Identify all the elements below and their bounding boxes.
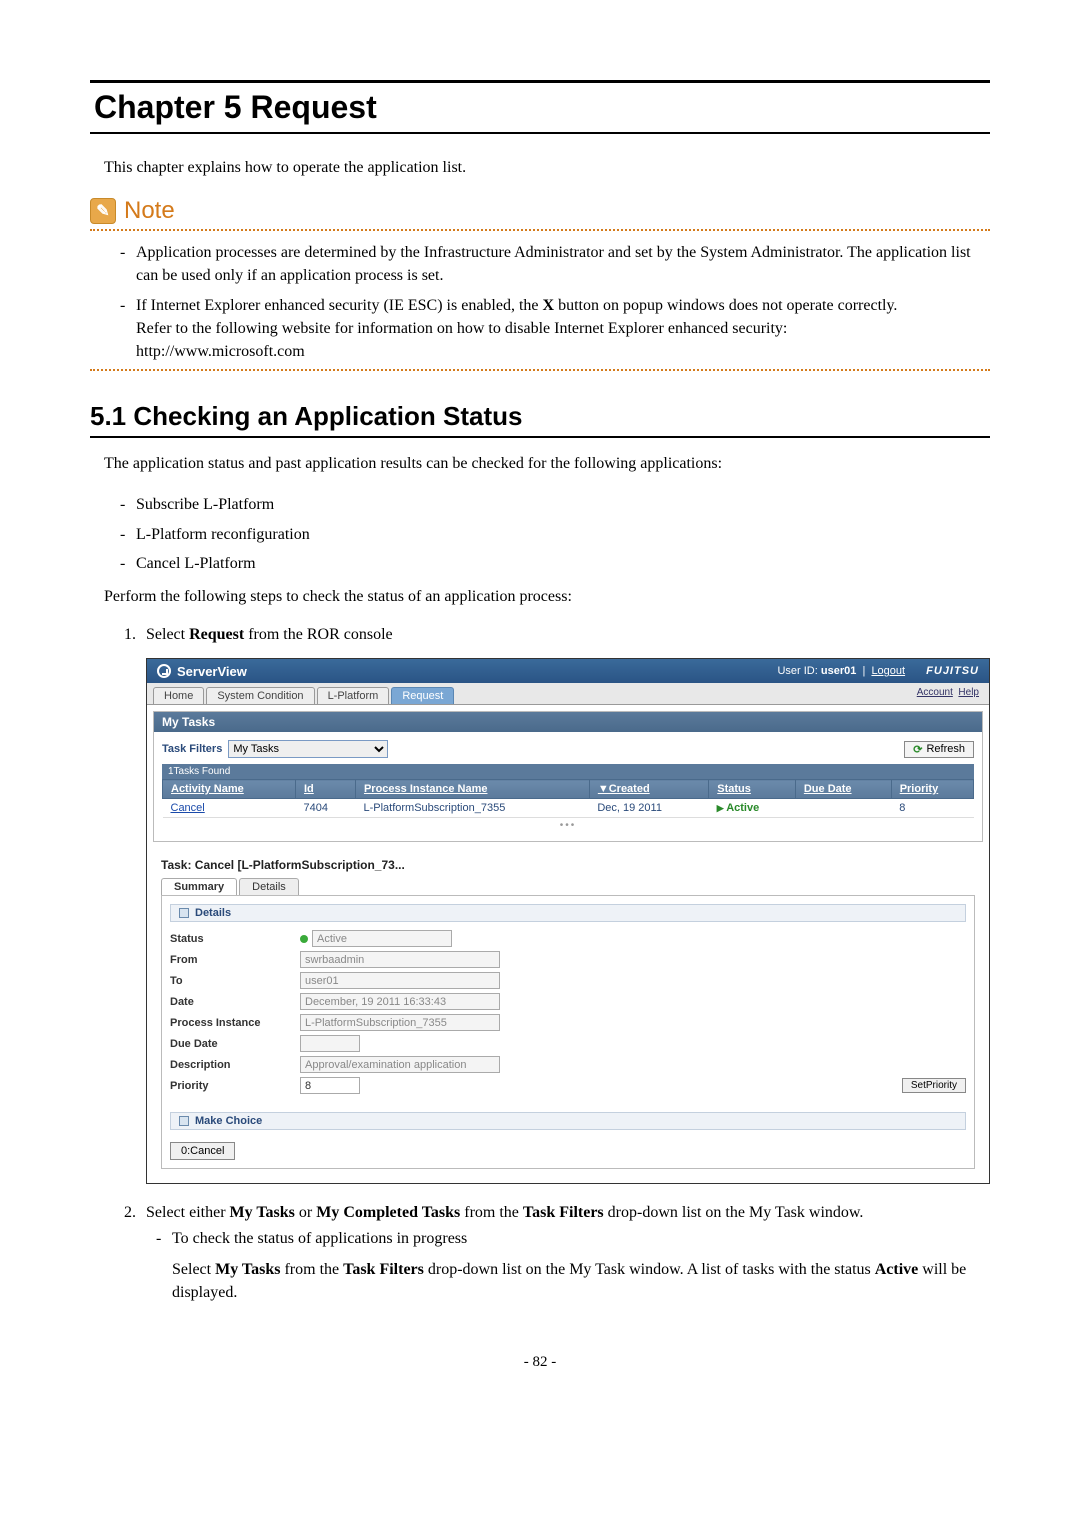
account-link[interactable]: Account — [917, 687, 953, 698]
product-name: ServerView — [177, 664, 247, 679]
collapse-icon — [179, 1116, 189, 1126]
process-instance-field — [300, 1014, 500, 1031]
page-number: - 82 - — [90, 1354, 990, 1371]
task-detail-title: Task: Cancel [L-PlatformSubscription_73.… — [153, 848, 983, 878]
brand-logo: FUJITSU — [926, 665, 979, 677]
app-header: ServerView User ID: user01 | Logout FUJI… — [147, 659, 989, 683]
my-tasks-title: My Tasks — [154, 712, 982, 732]
refresh-icon: ⟳ — [913, 743, 922, 756]
section-intro: The application status and past applicat… — [104, 452, 990, 475]
due-date-field — [300, 1035, 360, 1052]
status-field — [312, 930, 452, 947]
cell-process: L-PlatformSubscription_7355 — [355, 799, 589, 818]
set-priority-button[interactable]: SetPriority — [902, 1078, 966, 1093]
table-row[interactable]: Cancel 7404 L-PlatformSubscription_7355 … — [163, 799, 974, 818]
cell-priority: 8 — [891, 799, 973, 818]
task-filters-label: Task Filters — [162, 743, 222, 755]
note-item: If Internet Explorer enhanced security (… — [120, 294, 990, 364]
status-label: Status — [170, 933, 300, 945]
list-item: L-Platform reconfiguration — [120, 523, 990, 546]
cell-due — [795, 799, 891, 818]
status-dot-icon — [300, 935, 308, 943]
intro-text: This chapter explains how to operate the… — [104, 156, 990, 179]
description-label: Description — [170, 1059, 300, 1071]
list-item: Cancel L-Platform — [120, 552, 990, 575]
note-box: ✎ Note Application processes are determi… — [90, 197, 990, 371]
note-item: Application processes are determined by … — [120, 241, 990, 287]
app-screenshot: ServerView User ID: user01 | Logout FUJI… — [146, 658, 990, 1184]
user-id-value: user01 — [821, 665, 856, 677]
user-id-label: User ID: — [777, 665, 817, 677]
description-field — [300, 1056, 500, 1073]
tab-l-platform[interactable]: L-Platform — [317, 687, 390, 704]
tasks-found-bar: 1Tasks Found — [162, 764, 974, 779]
dotted-divider — [90, 229, 990, 231]
from-field — [300, 951, 500, 968]
tab-system-condition[interactable]: System Condition — [206, 687, 314, 704]
col-priority[interactable]: Priority — [891, 780, 973, 799]
resize-handle[interactable]: ••• — [162, 818, 974, 833]
step-item: Select either My Tasks or My Completed T… — [140, 1204, 990, 1304]
help-link[interactable]: Help — [958, 687, 979, 698]
tab-request[interactable]: Request — [391, 687, 454, 704]
priority-label: Priority — [170, 1080, 300, 1092]
tasks-table: Activity Name Id Process Instance Name ▼… — [162, 779, 974, 818]
due-date-label: Due Date — [170, 1038, 300, 1050]
from-label: From — [170, 954, 300, 966]
activity-link[interactable]: Cancel — [171, 802, 205, 814]
col-id[interactable]: Id — [295, 780, 355, 799]
refresh-button[interactable]: ⟳ Refresh — [904, 741, 974, 758]
task-filters-select[interactable]: My Tasks — [228, 740, 388, 758]
col-status[interactable]: Status — [709, 780, 796, 799]
details-section-bar[interactable]: Details — [170, 904, 966, 922]
task-detail-area: Task: Cancel [L-PlatformSubscription_73.… — [147, 848, 989, 1183]
note-icon: ✎ — [90, 198, 116, 224]
tab-summary[interactable]: Summary — [161, 878, 237, 895]
col-process[interactable]: Process Instance Name — [355, 780, 589, 799]
tab-details[interactable]: Details — [239, 878, 299, 895]
col-due[interactable]: Due Date — [795, 780, 891, 799]
status-badge: Active — [717, 802, 759, 814]
date-label: Date — [170, 996, 300, 1008]
cancel-choice-button[interactable]: 0:Cancel — [170, 1142, 235, 1160]
make-choice-section-bar[interactable]: Make Choice — [170, 1112, 966, 1130]
dotted-divider — [90, 369, 990, 371]
main-tabs: Home System Condition L-Platform Request… — [147, 683, 989, 705]
perform-text: Perform the following steps to check the… — [104, 585, 990, 608]
tab-home[interactable]: Home — [153, 687, 204, 704]
col-created[interactable]: ▼Created — [589, 780, 708, 799]
logout-link[interactable]: Logout — [871, 665, 905, 677]
process-instance-label: Process Instance — [170, 1017, 300, 1029]
to-field — [300, 972, 500, 989]
list-item: Subscribe L-Platform — [120, 493, 990, 516]
col-activity[interactable]: Activity Name — [163, 780, 296, 799]
note-label: Note — [124, 197, 175, 225]
cell-created: Dec, 19 2011 — [589, 799, 708, 818]
priority-field[interactable] — [300, 1077, 360, 1094]
my-tasks-panel: My Tasks Task Filters My Tasks ⟳ Refresh… — [153, 711, 983, 842]
date-field — [300, 993, 500, 1010]
step-item: Select Request from the ROR console Serv… — [140, 626, 990, 1184]
cell-id: 7404 — [295, 799, 355, 818]
collapse-icon — [179, 908, 189, 918]
serverview-logo-icon — [157, 664, 171, 678]
to-label: To — [170, 975, 300, 987]
sub-item: To check the status of applications in p… — [156, 1230, 990, 1304]
section-title: 5.1 Checking an Application Status — [90, 401, 990, 438]
chapter-title: Chapter 5 Request — [90, 80, 990, 134]
